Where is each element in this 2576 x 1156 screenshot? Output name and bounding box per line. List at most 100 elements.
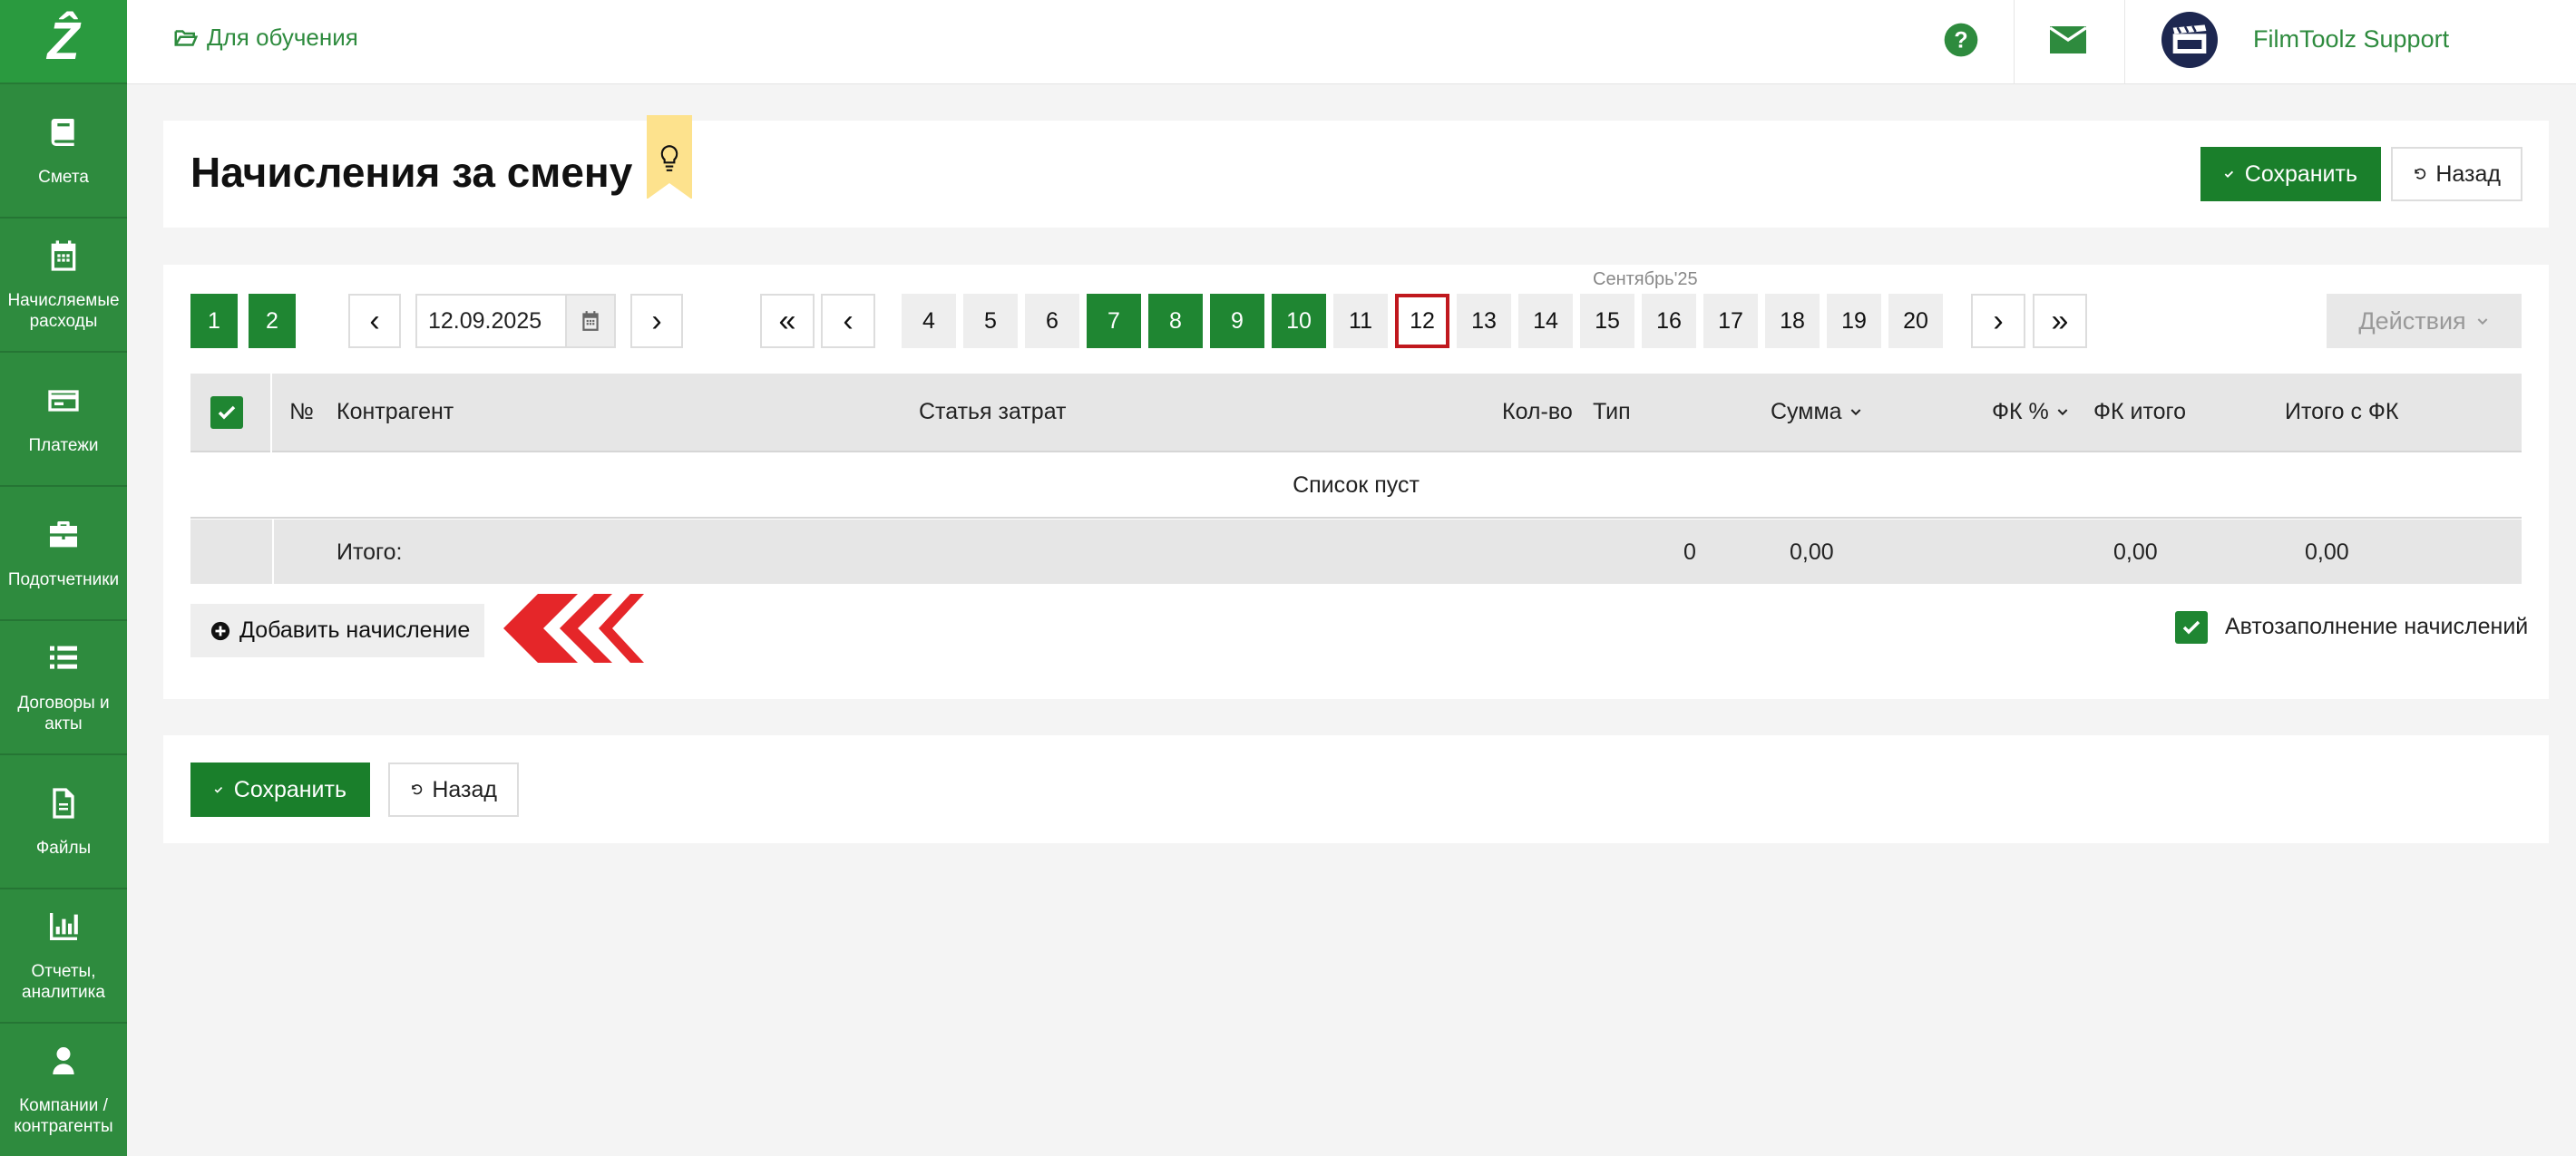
back-button-top[interactable]: Назад — [2391, 147, 2522, 201]
day-button-11[interactable]: 11 — [1333, 294, 1388, 348]
accruals-panel: 1 2 ‹ › « ‹ Сентябрь'25 4 5 6 7 8 9 10 11 12 13 14… — [163, 265, 2549, 699]
save-button-top[interactable]: Сохранить — [2200, 147, 2381, 201]
day-label: 11 — [1349, 307, 1372, 334]
bottom-actions-panel: Сохранить Назад — [163, 735, 2549, 843]
select-all-checkbox[interactable] — [210, 396, 243, 429]
day-button-18[interactable]: 18 — [1765, 294, 1820, 348]
save-button-bottom[interactable]: Сохранить — [190, 763, 370, 817]
actions-dropdown[interactable]: Действия — [2327, 294, 2522, 348]
first-page-button[interactable]: « — [760, 294, 815, 348]
sidebar-item-payments[interactable]: Платежи — [0, 353, 127, 487]
app-logo[interactable]: Ẑ — [0, 0, 127, 84]
day-button-4[interactable]: 4 — [902, 294, 956, 348]
date-input[interactable] — [417, 307, 565, 335]
sidebar-item-accrued-expenses[interactable]: Начисляемые расходы — [0, 219, 127, 353]
sidebar-item-accountable[interactable]: Подотчетники — [0, 487, 127, 621]
day-button-13[interactable]: 13 — [1457, 294, 1511, 348]
calendar-icon[interactable] — [565, 296, 614, 346]
prev-page-label: ‹ — [843, 303, 854, 338]
day-button-19[interactable]: 19 — [1827, 294, 1881, 348]
day-label: 10 — [1286, 307, 1312, 334]
day-button-10[interactable]: 10 — [1272, 294, 1326, 348]
sidebar-item-label: Начисляемые расходы — [7, 291, 120, 331]
day-button-6[interactable]: 6 — [1025, 294, 1079, 348]
day-label: 18 — [1780, 307, 1805, 334]
briefcase-icon — [50, 520, 77, 547]
day-button-7[interactable]: 7 — [1087, 294, 1141, 348]
sidebar-item-contracts[interactable]: Договоры и акты — [0, 621, 127, 755]
prev-date-label: ‹ — [369, 303, 380, 338]
folder-open-icon — [174, 29, 199, 46]
col-number: № — [289, 399, 314, 424]
page-title: Начисления за смену — [190, 149, 633, 196]
autofill-checkbox[interactable] — [2175, 611, 2208, 644]
day-label: 8 — [1169, 307, 1182, 334]
lightbulb-icon — [660, 145, 678, 171]
sidebar-item-estimate[interactable]: Смета — [0, 84, 127, 219]
header-panel: Начисления за смену Сохранить Назад — [163, 115, 2549, 228]
next-page-button[interactable]: › — [1971, 294, 2025, 348]
day-button-8[interactable]: 8 — [1148, 294, 1203, 348]
undo-icon — [2415, 168, 2426, 180]
footer-fk-total: 0,00 — [2113, 539, 2158, 565]
empty-list-message: Список пуст — [190, 452, 2522, 519]
tip-bookmark[interactable] — [647, 115, 692, 199]
day-label: 15 — [1595, 307, 1620, 334]
sidebar-item-files[interactable]: Файлы — [0, 755, 127, 889]
last-page-button[interactable]: » — [2033, 294, 2087, 348]
add-accrual-button[interactable]: Добавить начисление — [190, 604, 484, 657]
col-sum-sort[interactable]: Сумма — [1771, 399, 1863, 425]
save-button-label: Сохранить — [2244, 160, 2357, 187]
file-icon — [53, 787, 74, 819]
check-icon — [2224, 170, 2234, 178]
last-page-label: » — [2051, 303, 2069, 338]
sidebar-item-reports[interactable]: Отчеты, аналитика — [0, 889, 127, 1024]
shift-tab-2[interactable]: 2 — [249, 294, 296, 348]
table-header: № Контрагент Статья затрат Кол-во Тип Су… — [190, 374, 2522, 452]
breadcrumb-label: Для обучения — [207, 24, 358, 51]
day-button-9[interactable]: 9 — [1210, 294, 1264, 348]
day-label: 16 — [1656, 307, 1682, 334]
back-button-bottom[interactable]: Назад — [388, 763, 519, 817]
day-button-12[interactable]: 12 — [1395, 294, 1449, 348]
day-button-20[interactable]: 20 — [1888, 294, 1943, 348]
mail-icon[interactable] — [2049, 25, 2087, 59]
topbar: Для обучения ? FilmToolz Support RU — [127, 0, 2576, 84]
autofill-label: Автозаполнение начислений — [2225, 614, 2529, 639]
breadcrumb[interactable]: Для обучения — [171, 24, 358, 52]
prev-page-button[interactable]: ‹ — [821, 294, 875, 348]
day-label: 14 — [1533, 307, 1558, 334]
col-expense: Статья затрат — [919, 399, 1067, 424]
day-label: 19 — [1841, 307, 1867, 334]
day-button-16[interactable]: 16 — [1642, 294, 1696, 348]
check-icon — [214, 786, 223, 793]
day-button-14[interactable]: 14 — [1518, 294, 1573, 348]
footer-qty: 0 — [1683, 539, 1696, 565]
day-button-5[interactable]: 5 — [963, 294, 1018, 348]
date-picker[interactable] — [415, 294, 616, 348]
user-name[interactable]: FilmToolz Support — [2253, 25, 2449, 53]
logo-text: Ẑ — [47, 12, 80, 71]
check-icon — [218, 405, 236, 420]
day-label: 7 — [1107, 307, 1120, 334]
chevron-down-icon — [2057, 409, 2068, 416]
day-button-15[interactable]: 15 — [1580, 294, 1634, 348]
col-fk-pct: ФК % — [1992, 399, 2049, 424]
avatar[interactable] — [2161, 12, 2218, 68]
next-date-button[interactable]: › — [630, 294, 683, 348]
prev-date-button[interactable]: ‹ — [348, 294, 401, 348]
help-icon[interactable]: ? — [1943, 22, 1979, 63]
sidebar-item-companies[interactable]: Компании / контрагенты — [0, 1024, 127, 1156]
col-type: Тип — [1593, 399, 1631, 424]
col-fk-pct-sort[interactable]: ФК % — [1992, 399, 2070, 425]
next-page-label: › — [1993, 303, 2004, 338]
user-icon — [53, 1047, 74, 1074]
save-button-label: Сохранить — [233, 776, 346, 802]
day-label: 12 — [1410, 307, 1435, 334]
day-button-17[interactable]: 17 — [1703, 294, 1758, 348]
shift-tab-1[interactable]: 1 — [190, 294, 238, 348]
chevron-down-icon — [2477, 318, 2488, 325]
footer-total-fk: 0,00 — [2305, 539, 2349, 565]
table-footer: Итого: 0 0,00 0,00 0,00 — [190, 520, 2522, 584]
day-label: 9 — [1231, 307, 1244, 334]
